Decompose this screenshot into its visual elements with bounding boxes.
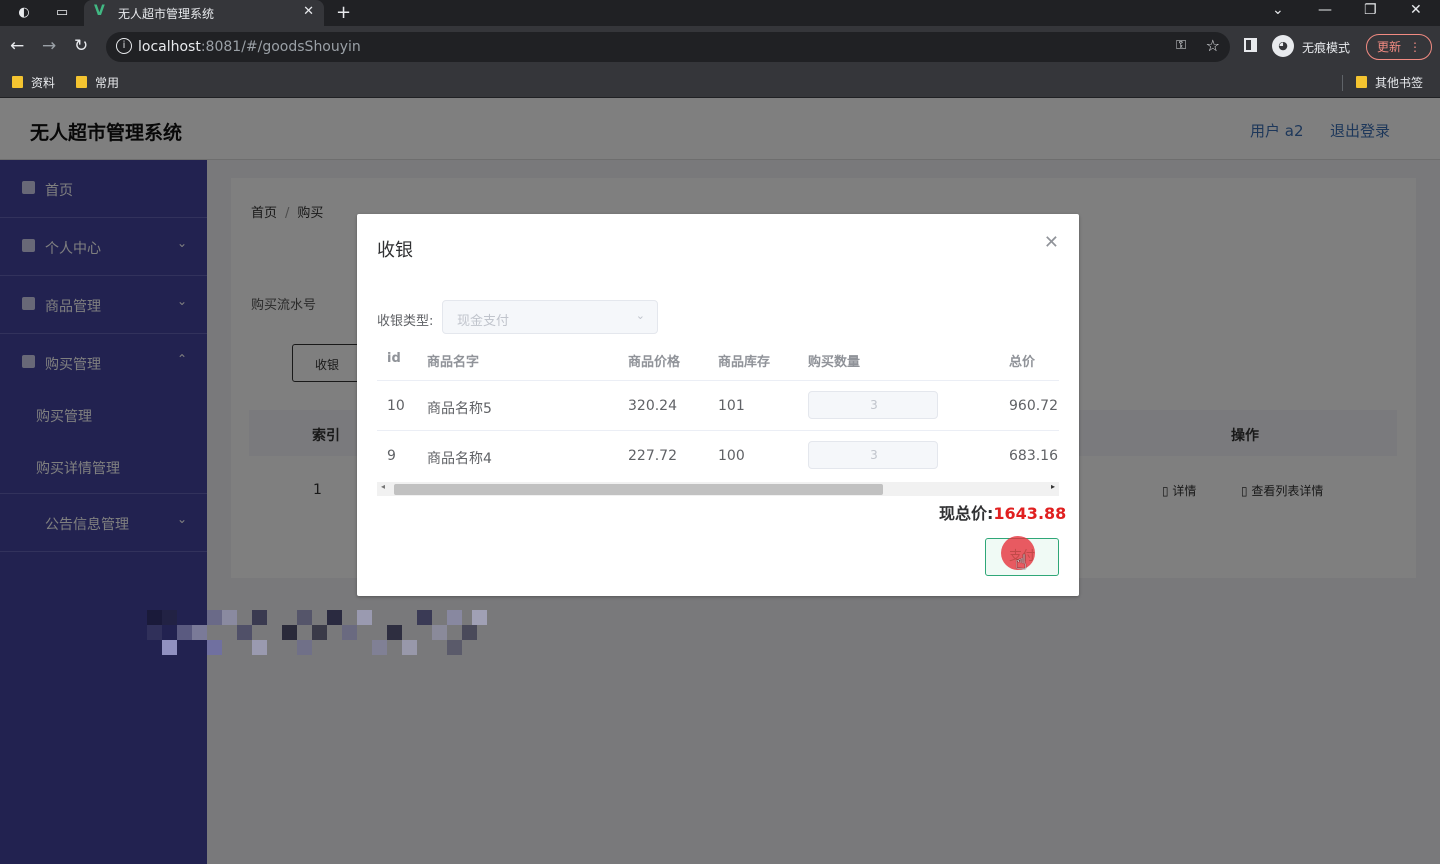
reload-icon[interactable]: ↻ (74, 36, 88, 56)
back-icon[interactable]: ← (10, 36, 24, 56)
tab-close-icon[interactable]: ✕ (303, 4, 314, 19)
horizontal-scrollbar[interactable]: ◂ ▸ (377, 482, 1059, 496)
shouyin-dialog: 收银 ✕ 收银类型: 现金支付 ⌄ id 商品名字 商品价格 商品库存 购买数量… (357, 214, 1079, 596)
table-divider (377, 380, 1059, 381)
payment-type-select[interactable]: 现金支付 ⌄ (442, 300, 658, 334)
globe-icon[interactable]: ◐ (14, 4, 34, 22)
payment-type-label: 收银类型: (377, 314, 434, 329)
column-total: 总价 (1009, 355, 1036, 370)
folder-icon (76, 76, 87, 88)
window-close-icon[interactable]: ✕ (1410, 2, 1422, 18)
table-divider (377, 430, 1059, 431)
browser-tabbar: ◐ ▭ V 无人超市管理系统 ✕ + ⌄ — ❐ ✕ (0, 0, 1440, 26)
scrollbar-thumb[interactable] (394, 484, 883, 495)
window-icon[interactable]: ▭ (52, 4, 72, 22)
folder-icon (1356, 76, 1367, 88)
row-price: 320.24 (628, 398, 677, 414)
other-bookmarks[interactable]: 其他书签 (1356, 74, 1423, 91)
total-price: 现总价:1643.88 (939, 504, 1067, 523)
bookmarks-bar: 资料 常用 其他书签 (0, 68, 1440, 98)
site-info-icon[interactable]: i (116, 38, 132, 54)
key-icon[interactable]: ⚿ (1176, 38, 1186, 53)
restore-icon[interactable]: ❐ (1364, 2, 1377, 18)
scroll-left-icon[interactable]: ◂ (381, 482, 385, 491)
new-tab-button[interactable]: + (336, 2, 351, 23)
bookmark-divider (1342, 75, 1343, 91)
url-text[interactable]: localhost:8081/#/goodsShouyin (138, 39, 361, 55)
row-id: 10 (387, 398, 405, 414)
browser-toolbar: ← → ↻ i localhost:8081/#/goodsShouyin ⚿ … (0, 26, 1440, 68)
row-name: 商品名称4 (427, 451, 492, 467)
row-price: 227.72 (628, 448, 677, 464)
quantity-input[interactable]: 3 (808, 391, 938, 419)
quantity-input[interactable]: 3 (808, 441, 938, 469)
bookmark-folder[interactable]: 资料 (12, 74, 55, 91)
address-bar[interactable]: i localhost:8081/#/goodsShouyin ⚿ ☆ (106, 32, 1230, 62)
update-button[interactable]: 更新 ⋮ (1366, 34, 1432, 60)
bookmark-star-icon[interactable]: ☆ (1206, 36, 1220, 55)
payment-type-value: 现金支付 (457, 314, 510, 329)
column-quantity: 购买数量 (808, 355, 861, 370)
bookmark-folder[interactable]: 常用 (76, 74, 119, 91)
vue-logo-icon: V (94, 3, 105, 19)
pixelated-region (147, 610, 487, 656)
column-price: 商品价格 (628, 355, 681, 370)
row-name: 商品名称5 (427, 401, 492, 417)
browser-tab[interactable]: V 无人超市管理系统 ✕ (84, 0, 324, 26)
tab-search-icon[interactable]: ⌄ (1272, 2, 1284, 18)
folder-icon (12, 76, 23, 88)
row-stock: 101 (718, 398, 745, 414)
column-name: 商品名字 (427, 355, 480, 370)
side-panel-icon[interactable] (1244, 38, 1257, 52)
tab-title: 无人超市管理系统 (118, 7, 215, 21)
row-stock: 100 (718, 448, 745, 464)
row-total: 683.16 (1009, 448, 1058, 464)
row-id: 9 (387, 448, 396, 464)
minimize-icon[interactable]: — (1318, 2, 1332, 18)
column-stock: 商品库存 (718, 355, 771, 370)
scroll-right-icon[interactable]: ▸ (1051, 482, 1055, 491)
row-total: 960.72 (1009, 398, 1058, 414)
forward-icon[interactable]: → (42, 36, 56, 56)
column-id: id (387, 351, 401, 366)
dialog-title: 收银 (377, 240, 413, 261)
menu-dots-icon[interactable]: ⋮ (1409, 35, 1421, 59)
incognito-label: 无痕模式 (1302, 41, 1351, 55)
close-icon[interactable]: ✕ (1044, 232, 1059, 253)
incognito-icon[interactable]: ◕ (1272, 35, 1294, 57)
chevron-down-icon: ⌄ (635, 309, 645, 322)
hand-cursor-icon: ☝ (1015, 550, 1028, 574)
total-price-value: 1643.88 (993, 504, 1067, 523)
